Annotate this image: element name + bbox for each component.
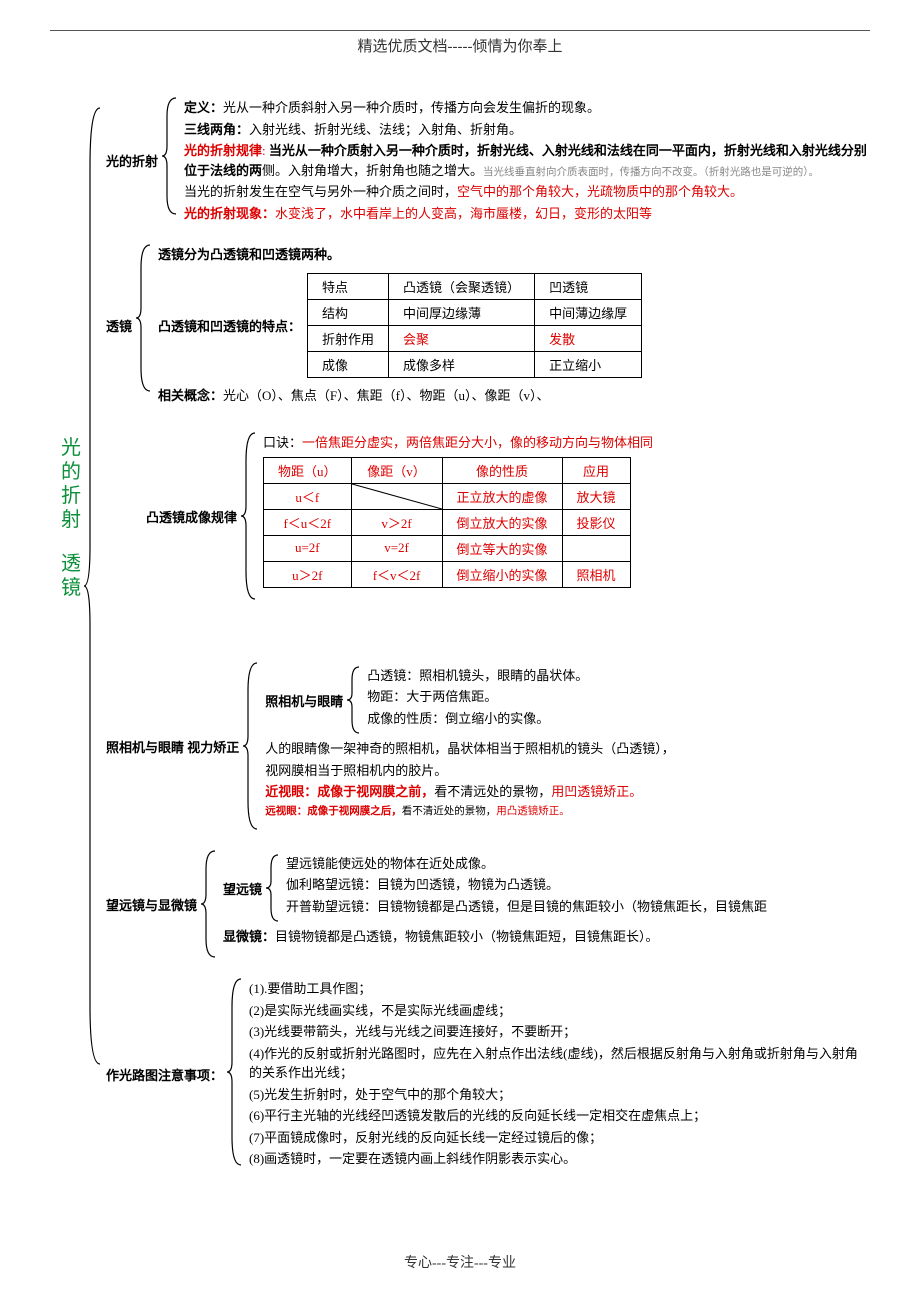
sec1-label: 光的折射 <box>106 151 158 170</box>
note-item: (3)光线要带箭头，光线与光线之间要连接好，不要断开； <box>249 1022 870 1042</box>
main-title-part1: 光的折射 <box>60 436 82 532</box>
main-title-part2: 透镜 <box>60 552 82 600</box>
sec4-label: 照相机与眼睛 视力矫正 <box>106 737 239 756</box>
imaging-table: 物距（u） 像距（v） 像的性质 应用 u＜f正立放大的虚像放大镜f＜u＜2fv… <box>263 457 631 588</box>
sec1-body: 定义：光从一种介质斜射入另一种介质时，传播方向会发生偏折的现象。 三线两角：入射… <box>178 96 870 225</box>
brace-icon <box>243 661 259 831</box>
brace-icon <box>266 853 280 923</box>
note-item: (2)是实际光线画实线，不是实际光线画虚线； <box>249 1001 870 1021</box>
brace-icon <box>162 96 178 216</box>
sec5-sub1-label: 望远镜 <box>223 879 262 898</box>
note-item: (6)平行主光轴的光线经凹透镜发散后的光线的反向延长线一定相交在虚焦点上； <box>249 1106 870 1126</box>
note-item: (8)画透镜时，一定要在透镜内画上斜线作阴影表示实心。 <box>249 1149 870 1169</box>
sec2-label: 透镜 <box>106 316 132 335</box>
page-footer: 专心---专注---专业 <box>0 1252 920 1272</box>
brace-icon <box>227 977 243 1167</box>
brace-icon <box>201 849 217 959</box>
brace-icon <box>347 665 361 735</box>
note-item: (7)平面镜成像时，反射光线的反向延长线一定经过镜后的像； <box>249 1128 870 1148</box>
main-brace-icon <box>84 106 102 1066</box>
sec2-body: 透镜分为凸透镜和凹透镜两种。 凸透镜和凹透镜的特点： 特点凸透镜（会聚透镜）凹透… <box>152 243 870 407</box>
lens-compare-table: 特点凸透镜（会聚透镜）凹透镜 结构中间厚边缘薄中间薄边缘厚 折射作用会聚发散 成… <box>307 273 642 378</box>
sec5-body: 望远镜 望远镜能使远处的物体在近处成像。 伽利略望远镜：目镜为凹透镜，物镜为凸透… <box>217 849 870 949</box>
sec3-label: 凸透镜成像规律 <box>146 507 237 526</box>
brace-icon <box>136 243 152 393</box>
sec6-label: 作光路图注意事项： <box>106 1065 223 1084</box>
sec3-body: 口诀：一倍焦距分虚实，两倍焦距分大小，像的移动方向与物体相同 物距（u） 像距（… <box>257 431 870 592</box>
page-header: 精选优质文档-----倾情为你奉上 <box>50 35 870 56</box>
sec4-body: 照相机与眼睛 凸透镜：照相机镜头，眼睛的晶状体。 物距：大于两倍焦距。 成像的性… <box>259 661 870 821</box>
brace-icon <box>241 431 257 601</box>
sec5-label: 望远镜与显微镜 <box>106 895 197 914</box>
sec6-body: (1).要借助工具作图；(2)是实际光线画实线，不是实际光线画虚线；(3)光线要… <box>243 977 870 1171</box>
note-item: (5)光发生折射时，处于空气中的那个角较大； <box>249 1085 870 1105</box>
sec4-sub1-label: 照相机与眼睛 <box>265 691 343 710</box>
note-item: (4)作光的反射或折射光路图时，应先在入射点作出法线(虚线)，然后根据反射角与入… <box>249 1044 870 1083</box>
main-title: 光的折射 透镜 <box>60 436 82 600</box>
note-item: (1).要借助工具作图； <box>249 979 870 999</box>
